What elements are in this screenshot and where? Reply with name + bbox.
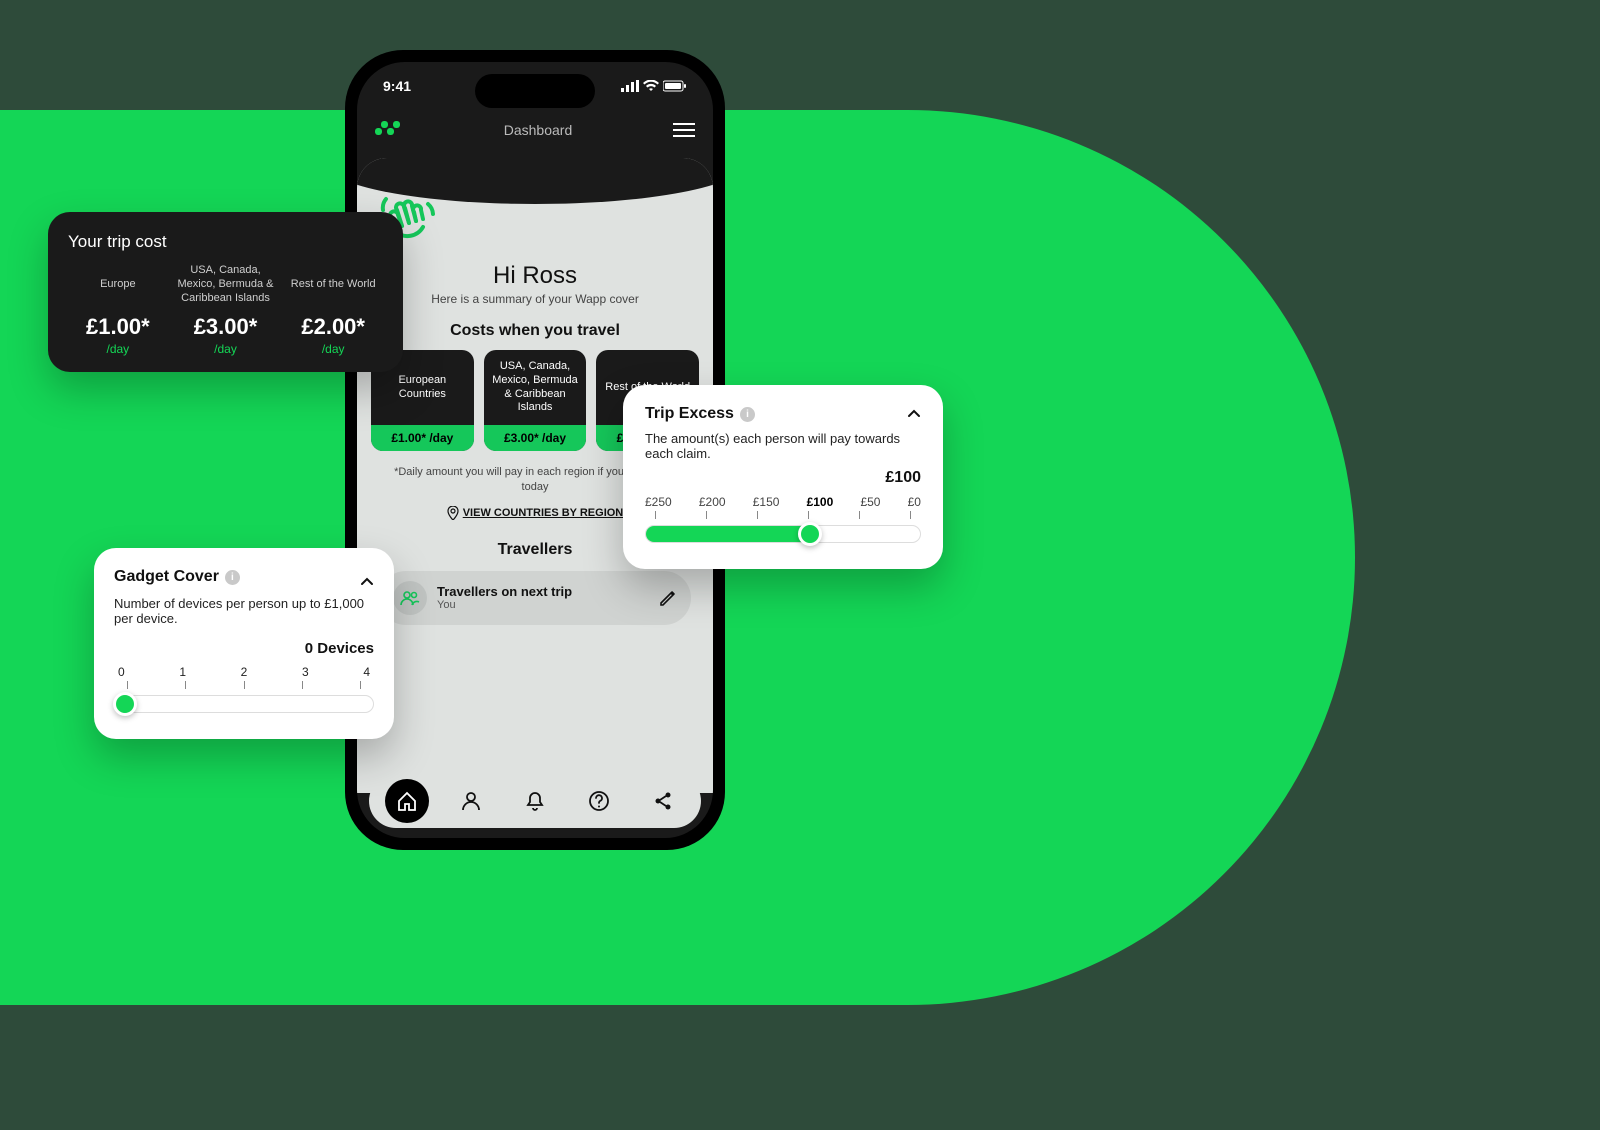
slider-thumb[interactable] — [798, 522, 822, 546]
edit-icon[interactable] — [659, 589, 677, 607]
tab-help[interactable] — [577, 779, 621, 823]
pin-icon — [447, 506, 459, 520]
excess-title: Trip Excess — [645, 405, 734, 423]
excess-desc: The amount(s) each person will pay towar… — [645, 431, 921, 461]
tick-label: £200 — [699, 495, 726, 509]
tab-share[interactable] — [641, 779, 685, 823]
trip-cost-title: Your trip cost — [68, 232, 383, 252]
trip-cost-card: Your trip cost Europe £1.00* /day USA, C… — [48, 212, 403, 372]
slider-fill — [646, 526, 810, 542]
travellers-sub: You — [437, 599, 649, 611]
tick-label: £150 — [753, 495, 780, 509]
trip-cost-col: Rest of the World £2.00* /day — [283, 264, 383, 356]
wifi-icon — [643, 80, 659, 92]
region-price: £1.00* — [68, 314, 168, 340]
chevron-up-icon[interactable] — [360, 575, 374, 589]
app-logo-icon — [375, 121, 403, 139]
gadget-cover-card: Gadget Cover i Number of devices per per… — [94, 548, 394, 739]
region-label: Rest of the World — [283, 264, 383, 306]
app-bar-title: Dashboard — [504, 122, 573, 138]
trip-cost-col: Europe £1.00* /day — [68, 264, 168, 356]
region-price: £2.00* — [283, 314, 383, 340]
gadget-desc: Number of devices per person up to £1,00… — [114, 596, 374, 626]
tick-label: £100 — [807, 495, 834, 509]
excess-current-value: £100 — [645, 469, 921, 487]
chevron-up-icon[interactable] — [907, 407, 921, 421]
phone-notch — [475, 74, 595, 108]
tab-home[interactable] — [385, 779, 429, 823]
excess-tick-marks — [645, 509, 921, 521]
greeting: Hi Ross — [371, 262, 699, 290]
gadget-tick-labels: 0 1 2 3 4 — [114, 665, 374, 679]
travellers-icon — [393, 581, 427, 615]
tick-label: 0 — [118, 665, 125, 679]
costs-heading: Costs when you travel — [371, 322, 699, 340]
battery-icon — [663, 80, 687, 92]
cost-card-label: USA, Canada, Mexico, Bermuda & Caribbean… — [484, 350, 587, 425]
view-countries-link[interactable]: VIEW COUNTRIES BY REGION — [447, 506, 624, 520]
tab-profile[interactable] — [449, 779, 493, 823]
region-price: £3.00* — [176, 314, 276, 340]
cost-card-usa[interactable]: USA, Canada, Mexico, Bermuda & Caribbean… — [484, 350, 587, 451]
tick-label: £250 — [645, 495, 672, 509]
wave-icon — [371, 188, 699, 258]
travellers-row[interactable]: Travellers on next trip You — [379, 571, 691, 625]
info-icon[interactable]: i — [225, 570, 240, 585]
view-countries-label: VIEW COUNTRIES BY REGION — [463, 507, 624, 519]
tab-notifications[interactable] — [513, 779, 557, 823]
excess-tick-labels: £250 £200 £150 £100 £50 £0 — [645, 495, 921, 509]
tick-label: £0 — [908, 495, 921, 509]
tick-label: 1 — [179, 665, 186, 679]
gadget-tick-marks — [114, 679, 374, 691]
tick-label: 3 — [302, 665, 309, 679]
info-icon[interactable]: i — [740, 407, 755, 422]
tick-label: £50 — [860, 495, 880, 509]
greeting-subtitle: Here is a summary of your Wapp cover — [371, 292, 699, 306]
gadget-title: Gadget Cover — [114, 568, 219, 586]
cost-card-value: £1.00* /day — [371, 425, 474, 451]
app-bar: Dashboard — [357, 110, 713, 150]
region-per: /day — [68, 342, 168, 356]
trip-cost-col: USA, Canada, Mexico, Bermuda & Caribbean… — [176, 264, 276, 356]
trip-excess-card: Trip Excess i The amount(s) each person … — [623, 385, 943, 569]
travellers-title: Travellers on next trip — [437, 584, 649, 599]
tick-label: 4 — [363, 665, 370, 679]
gadget-slider[interactable] — [114, 695, 374, 713]
tab-bar — [369, 774, 701, 828]
region-label: Europe — [68, 264, 168, 306]
slider-thumb[interactable] — [113, 692, 137, 716]
region-per: /day — [176, 342, 276, 356]
region-per: /day — [283, 342, 383, 356]
menu-icon[interactable] — [673, 123, 695, 137]
region-label: USA, Canada, Mexico, Bermuda & Caribbean… — [176, 264, 276, 306]
signal-icon — [621, 80, 639, 92]
tick-label: 2 — [241, 665, 248, 679]
status-time: 9:41 — [383, 78, 411, 94]
cost-card-value: £3.00* /day — [484, 425, 587, 451]
excess-slider[interactable] — [645, 525, 921, 543]
gadget-current-value: 0 Devices — [114, 640, 374, 657]
